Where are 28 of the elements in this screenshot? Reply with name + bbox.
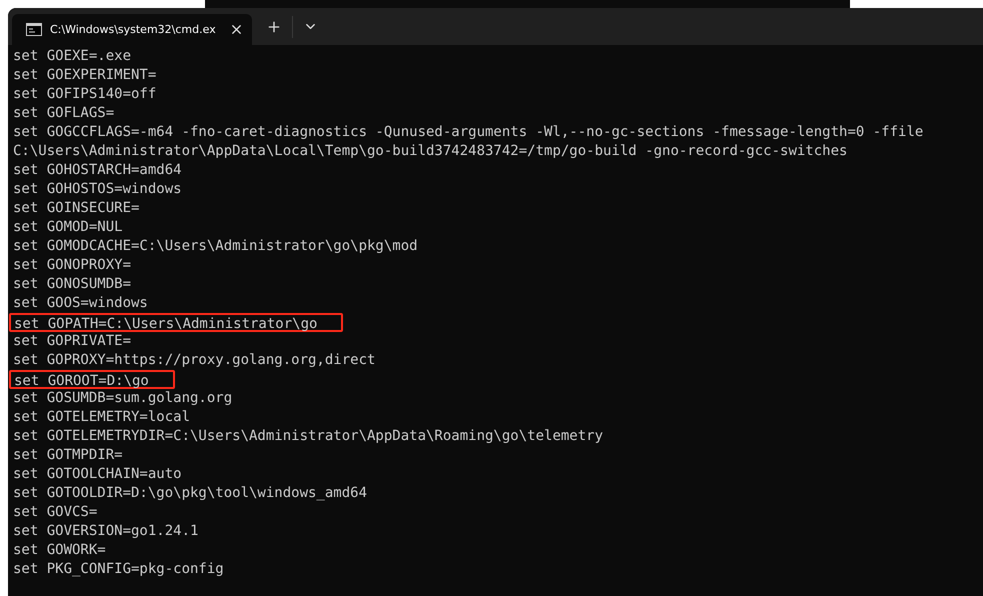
output-line: set GOMODCACHE=C:\Users\Administrator\go\pkg\mod bbox=[13, 237, 418, 256]
output-line: set GOWORK= bbox=[13, 541, 106, 560]
output-line: set GOPRIVATE= bbox=[13, 332, 132, 351]
output-line: set GOFIPS140=off bbox=[13, 85, 156, 104]
output-line: set GOTMPDIR= bbox=[13, 446, 123, 465]
output-line: set GOTOOLDIR=D:\go\pkg\tool\windows_amd64 bbox=[13, 484, 368, 503]
output-line: set GOTELEMETRY=local bbox=[13, 408, 190, 427]
output-line: set GOEXE=.exe bbox=[13, 47, 132, 66]
tab[interactable]: C:\Windows\system32\cmd.ex bbox=[12, 14, 252, 45]
output-line: set GONOSUMDB= bbox=[13, 275, 132, 294]
output-line: set GOTOOLCHAIN=auto bbox=[13, 465, 182, 484]
output-line: set GOVCS= bbox=[13, 503, 98, 522]
output-line: set GOEXPERIMENT= bbox=[13, 66, 156, 85]
output-line: set GOVERSION=go1.24.1 bbox=[13, 522, 198, 541]
output-line: set GOTELEMETRYDIR=C:\Users\Administrator\AppData\Roaming\go\telemetry bbox=[13, 427, 604, 446]
output-line: set GOFLAGS= bbox=[13, 104, 114, 123]
output-line: set GOMOD=NUL bbox=[13, 218, 123, 237]
output-line: set GOPROXY=https://proxy.golang.org,direct bbox=[13, 351, 376, 370]
tab-title: C:\Windows\system32\cmd.ex bbox=[50, 23, 217, 36]
output-line: set GOOS=windows bbox=[13, 294, 148, 313]
output-line: set GOHOSTARCH=amd64 bbox=[13, 161, 182, 180]
output-line: set PKG_CONFIG=pkg-config bbox=[13, 560, 224, 579]
output-line: set GOSUMDB=sum.golang.org bbox=[13, 389, 232, 408]
output-line: set GOINSECURE= bbox=[13, 199, 140, 218]
output-line: set GONOPROXY= bbox=[13, 256, 132, 275]
output-line: set GOHOSTOS=windows bbox=[13, 180, 182, 199]
output-line: C:\Users\Administrator\AppData\Local\Temp\go-build3742483742=/tmp/go-build -gno-record-gcc-switches bbox=[13, 142, 848, 161]
output-line: set GOGCCFLAGS=-m64 -fno-caret-diagnostics -Qunused-arguments -Wl,--no-gc-sections -fmessage-length=0 -ffile bbox=[13, 123, 924, 142]
